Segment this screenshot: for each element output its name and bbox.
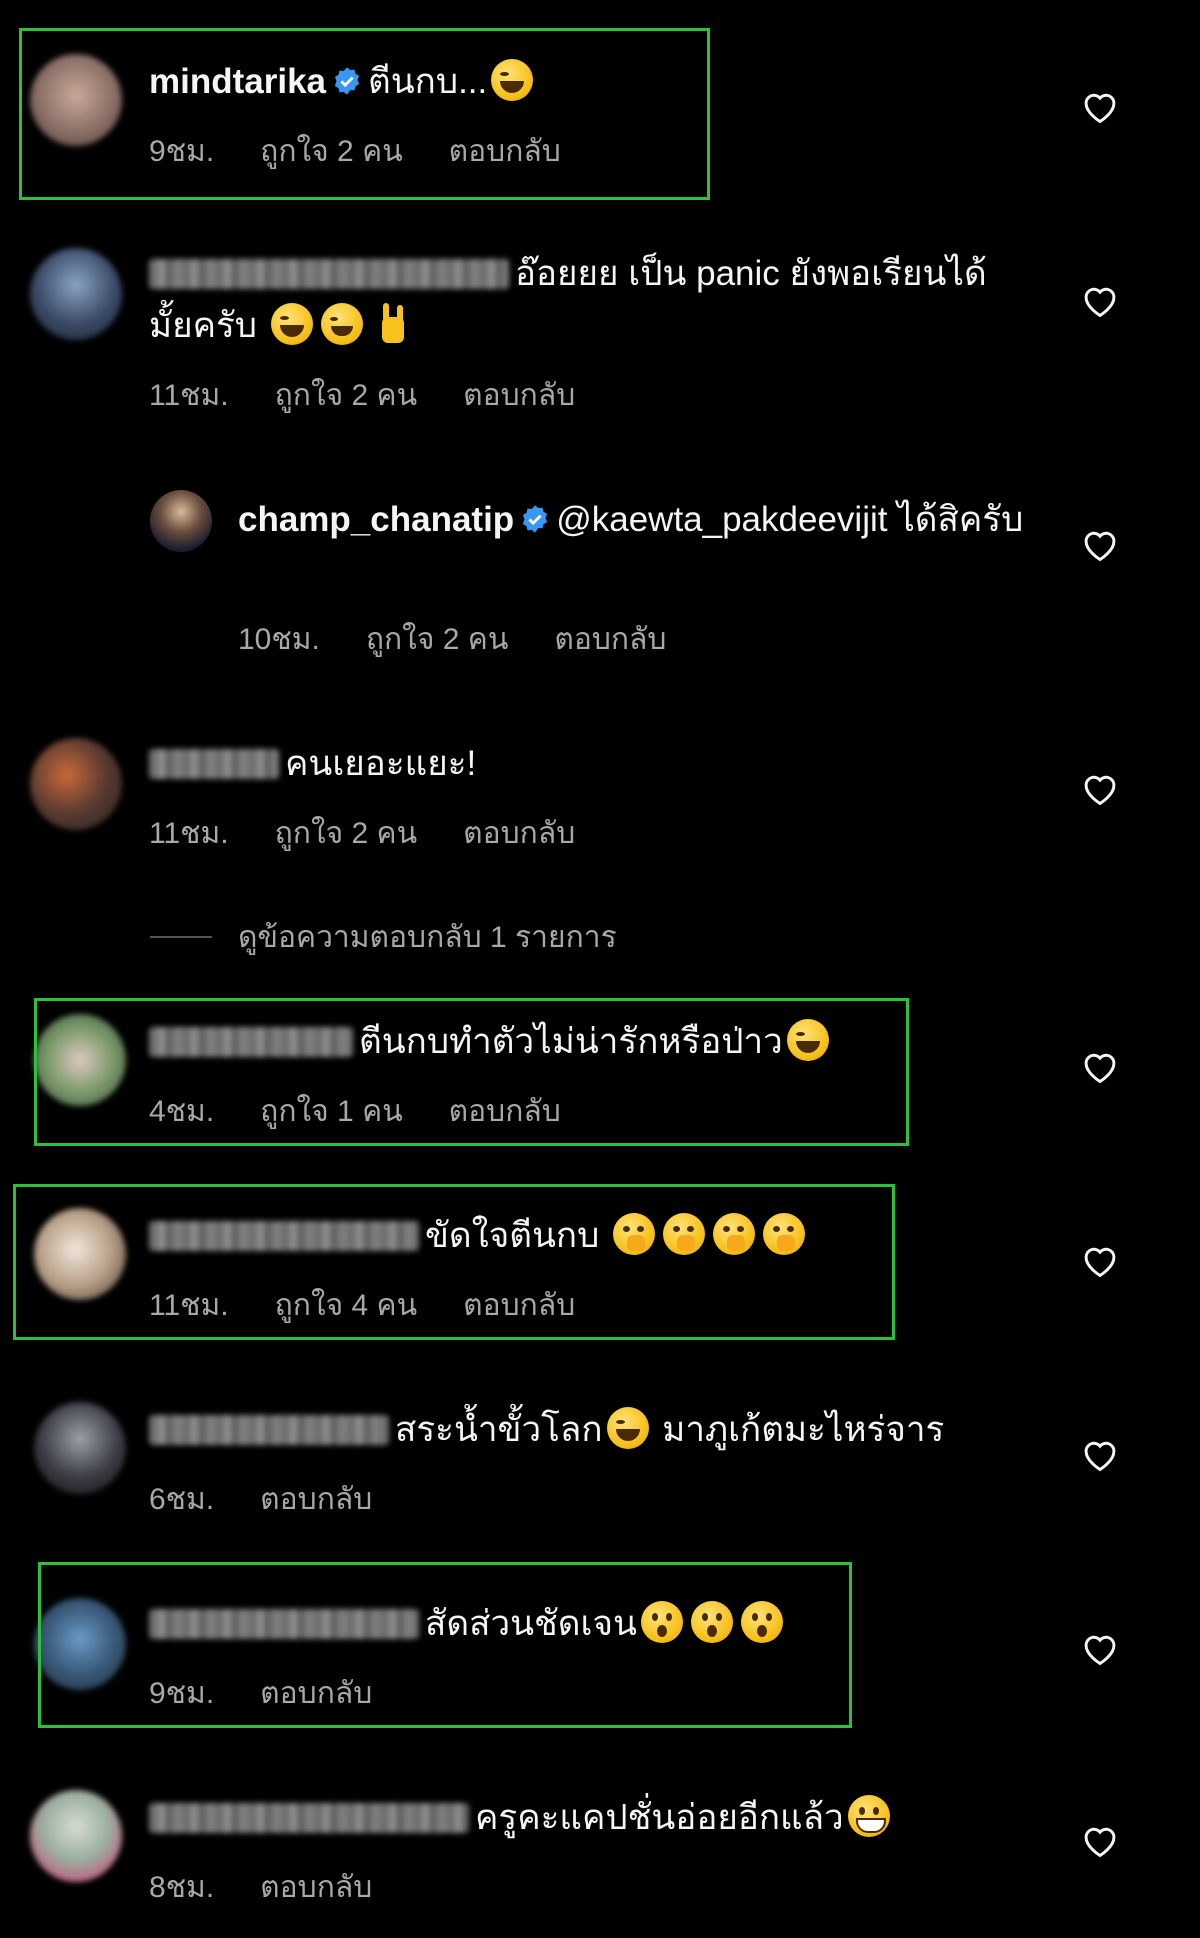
comment-likes[interactable]: ถูกใจ 2 คน: [275, 817, 418, 850]
laughing-emoji-icon: [606, 1407, 649, 1449]
blurred-username[interactable]: [149, 1415, 389, 1445]
comment-time: 11ชม.: [149, 379, 229, 412]
comment-text: @kaewta_pakdeevijit ได้สิครับ: [556, 500, 1024, 539]
comment-meta: 10ชม. ถูกใจ 2 คน ตอบกลับ: [238, 616, 712, 663]
rock-hand-emoji-icon: [371, 303, 413, 345]
heart-icon[interactable]: [1080, 282, 1120, 318]
highlight-box: [34, 998, 909, 1146]
comment-meta: 11ชม. ถูกใจ 2 คน ตอบกลับ: [149, 372, 621, 419]
comment-text-line: champ_chanatip @kaewta_pakdeevijit ได้สิค…: [238, 494, 1058, 549]
laughing-emoji-icon: [270, 303, 313, 345]
avatar[interactable]: [30, 248, 122, 340]
heart-icon[interactable]: [1080, 526, 1120, 562]
grinning-emoji-icon: [847, 1795, 890, 1837]
sweat-smile-emoji-icon: [320, 303, 363, 345]
avatar[interactable]: [30, 738, 122, 830]
heart-icon[interactable]: [1080, 1048, 1120, 1084]
comment-text-continued: มาภูเก้ตมะไหร่จาร: [662, 1410, 945, 1449]
verified-badge-icon: [520, 497, 550, 549]
reply-button[interactable]: ตอบกลับ: [554, 623, 666, 656]
heart-icon[interactable]: [1080, 1822, 1120, 1858]
view-replies-label: ดูข้อความตอบกลับ 1 รายการ: [238, 921, 617, 954]
comment-text-line: คนเยอะแยะ!: [149, 738, 476, 790]
comment-time: 8ชม.: [149, 1871, 215, 1904]
heart-icon[interactable]: [1080, 1630, 1120, 1666]
heart-icon[interactable]: [1080, 1242, 1120, 1278]
comment-text-line: ครูคะแคปชั่นอ่อยอีกแล้ว: [149, 1792, 894, 1844]
avatar[interactable]: [34, 1402, 126, 1494]
reply-button[interactable]: ตอบกลับ: [260, 1483, 372, 1516]
comment-text: คนเยอะแยะ!: [285, 744, 477, 783]
comment-text: สระน้ำขั้วโลก: [395, 1410, 603, 1449]
comment-likes[interactable]: ถูกใจ 2 คน: [366, 623, 509, 656]
comment-text-line: อ๊อยยย เป็น panic ยังพอเรียนได้มั้ยครับ: [149, 248, 1029, 352]
comment-meta: 11ชม. ถูกใจ 2 คน ตอบกลับ: [149, 810, 621, 857]
comment-time: 10ชม.: [238, 623, 320, 656]
reply-button[interactable]: ตอบกลับ: [463, 817, 575, 850]
comment-username[interactable]: champ_chanatip: [238, 500, 514, 539]
highlight-box: [19, 28, 710, 200]
comment-likes[interactable]: ถูกใจ 2 คน: [275, 379, 418, 412]
comment-time: 11ชม.: [149, 817, 229, 850]
blurred-username[interactable]: [149, 259, 509, 289]
blurred-username[interactable]: [149, 1803, 469, 1833]
heart-icon[interactable]: [1080, 1436, 1120, 1472]
heart-icon[interactable]: [1080, 88, 1120, 124]
divider: [150, 936, 212, 938]
reply-button[interactable]: ตอบกลับ: [260, 1871, 372, 1904]
reply-button[interactable]: ตอบกลับ: [463, 379, 575, 412]
avatar[interactable]: [30, 1790, 122, 1882]
avatar[interactable]: [150, 490, 212, 552]
heart-icon[interactable]: [1080, 770, 1120, 806]
comment-text: ครูคะแคปชั่นอ่อยอีกแล้ว: [475, 1798, 844, 1837]
comment-time: 6ชม.: [149, 1483, 215, 1516]
comment-meta: 6ชม. ตอบกลับ: [149, 1476, 418, 1523]
comment-meta: 8ชม. ตอบกลับ: [149, 1864, 418, 1911]
highlight-box: [13, 1184, 895, 1340]
highlight-box: [38, 1562, 852, 1728]
blurred-username[interactable]: [149, 749, 279, 779]
comment-text-line: สระน้ำขั้วโลก มาภูเก้ตมะไหร่จาร: [149, 1404, 944, 1456]
view-replies-button[interactable]: ดูข้อความตอบกลับ 1 รายการ: [150, 914, 617, 961]
